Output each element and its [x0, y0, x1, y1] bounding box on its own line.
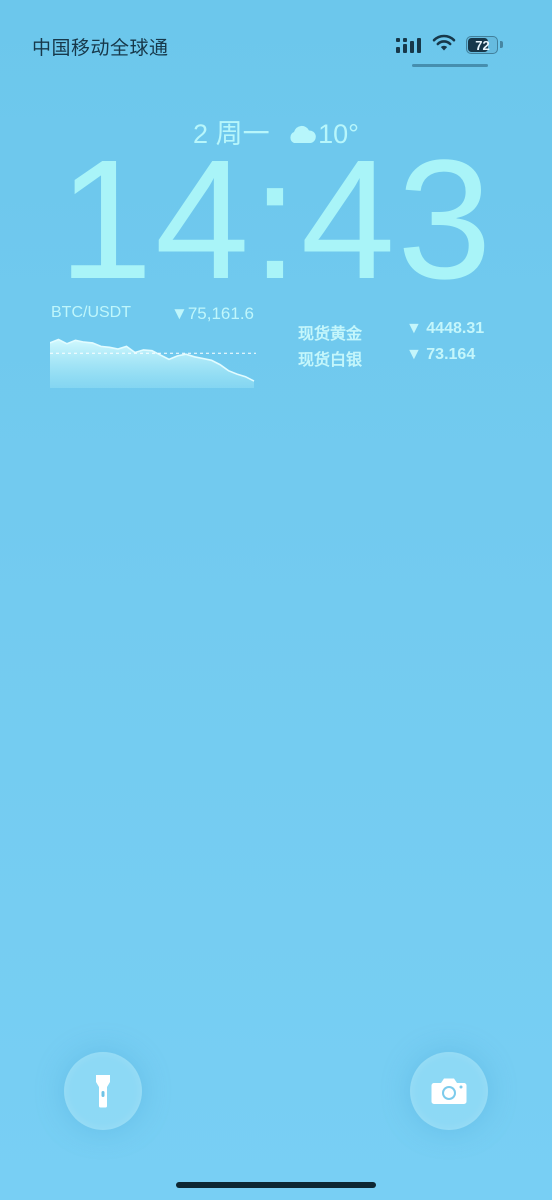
camera-button[interactable] — [410, 1052, 488, 1130]
camera-icon — [431, 1078, 467, 1104]
metal-value: ▼ 73.164 — [406, 346, 476, 363]
battery-level: 72 — [475, 38, 490, 53]
lock-screen-clock: 14:43 — [58, 125, 494, 315]
metal-row-silver: 现货白银 ▼ 73.164 — [298, 344, 508, 370]
battery-indicator: 72 — [466, 36, 504, 54]
metal-name: 现货白银 — [298, 352, 363, 369]
btc-widget[interactable]: BTC/USDT ▼75,161.6 — [50, 304, 256, 388]
btc-area-fill — [50, 339, 254, 388]
metal-value: ▼ 4448.31 — [406, 320, 485, 337]
btc-sparkline-chart — [50, 338, 256, 388]
metals-widget[interactable]: 现货黄金 ▼ 4448.31 现货白银 ▼ 73.164 — [298, 318, 508, 370]
wifi-icon — [432, 34, 456, 51]
cellular-signal-icon — [396, 38, 421, 53]
carrier-name: 中国移动全球通 — [32, 38, 169, 59]
btc-price: ▼75,161.6 — [171, 304, 254, 323]
battery-cap — [500, 41, 503, 48]
control-center-grabber[interactable] — [412, 64, 488, 67]
metal-row-gold: 现货黄金 ▼ 4448.31 — [298, 318, 508, 344]
btc-pair-label: BTC/USDT — [51, 304, 131, 321]
metal-name: 现货黄金 — [298, 326, 363, 343]
flashlight-icon — [96, 1075, 110, 1108]
status-bar: 中国移动全球通 72 — [0, 0, 552, 80]
flashlight-button[interactable] — [64, 1052, 142, 1130]
home-indicator[interactable] — [176, 1182, 376, 1188]
